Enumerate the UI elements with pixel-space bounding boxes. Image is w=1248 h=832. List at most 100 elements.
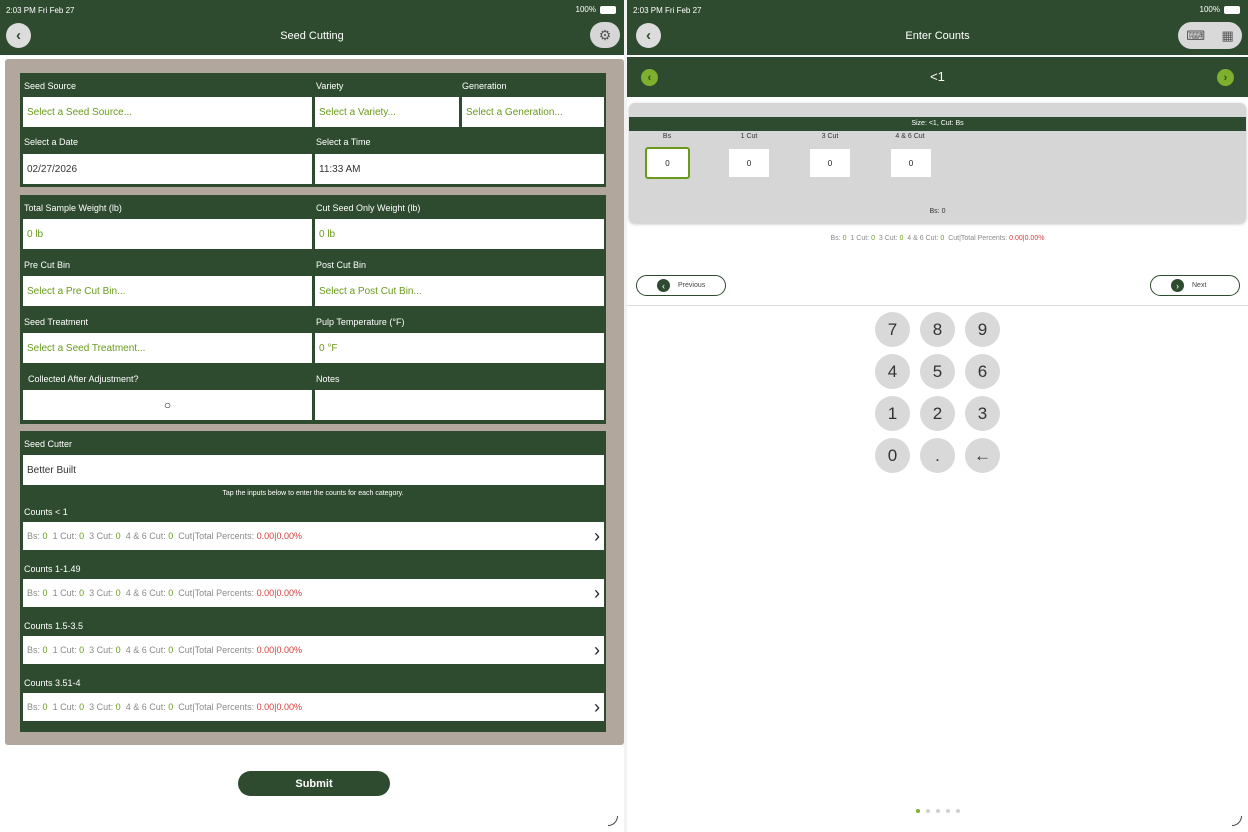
seed-source-select[interactable]: Select a Seed Source... xyxy=(23,97,312,127)
notes-input[interactable] xyxy=(315,390,604,420)
three-cut-value: 0 xyxy=(115,588,121,598)
key-4[interactable]: 4 xyxy=(875,354,910,389)
three-cut-label: 3 Cut: xyxy=(89,645,114,655)
one-cut-column-label: 1 Cut xyxy=(740,133,758,140)
seed-cutter-select[interactable]: Better Built xyxy=(23,455,604,485)
key-9[interactable]: 9 xyxy=(965,312,1000,347)
one-cut-count-input[interactable]: 0 xyxy=(729,149,769,177)
submit-button[interactable]: Submit xyxy=(238,771,390,796)
counts-under-1-label: Counts < 1 xyxy=(24,507,68,517)
cut-weight-input[interactable]: 0 lb xyxy=(315,219,604,249)
four-six-cut-value: 0 xyxy=(168,588,174,598)
post-cut-bin-select[interactable]: Select a Post Cut Bin... xyxy=(315,276,604,306)
counts-3.51-4-row[interactable]: Bs: 0 1 Cut: 0 3 Cut: 0 4 & 6 Cut: 0 Cut… xyxy=(23,693,604,721)
one-cut-value: 0 xyxy=(79,702,85,712)
four-six-cut-count-input[interactable]: 0 xyxy=(891,149,931,177)
previous-label: Previous xyxy=(678,282,706,289)
key-backspace-icon[interactable]: ← xyxy=(965,438,1000,473)
page-indicator[interactable] xyxy=(627,809,1248,813)
one-cut-label: 1 Cut: xyxy=(52,645,77,655)
bs-count-input[interactable]: 0 xyxy=(645,147,690,179)
bs-value: 0 xyxy=(842,235,847,242)
page-title: Seed Cutting xyxy=(280,30,344,42)
key-0[interactable]: 0 xyxy=(875,438,910,473)
variety-select[interactable]: Select a Variety... xyxy=(315,97,459,127)
left-nav-bar: 2:03 PM Fri Feb 27 100% ‹ Seed Cutting ⚙ xyxy=(0,0,624,55)
key-1[interactable]: 1 xyxy=(875,396,910,431)
input-mode-toggle: ⌨ ▦ xyxy=(1178,22,1242,49)
total-percents-value: 0.00|0.00% xyxy=(1009,235,1045,242)
page-dot xyxy=(935,809,940,813)
total-percents-value: 0.00|0.00% xyxy=(256,645,303,655)
bs-column-label: Bs xyxy=(662,133,672,140)
seed-cutter-label: Seed Cutter xyxy=(24,439,73,449)
arrow-right-icon[interactable]: › xyxy=(1217,69,1234,86)
counts-1.5-3.5-row[interactable]: Bs: 0 1 Cut: 0 3 Cut: 0 4 & 6 Cut: 0 Cut… xyxy=(23,636,604,664)
status-time: 2:03 PM Fri Feb 27 xyxy=(633,6,702,15)
key-8[interactable]: 8 xyxy=(920,312,955,347)
key-7[interactable]: 7 xyxy=(875,312,910,347)
one-cut-value: 0 xyxy=(79,531,85,541)
seed-cutting-pane: 2:03 PM Fri Feb 27 100% ‹ Seed Cutting ⚙… xyxy=(0,0,624,832)
counts-3.51-4-label: Counts 3.51-4 xyxy=(24,678,81,688)
seed-treatment-label: Seed Treatment xyxy=(24,317,89,327)
date-field[interactable]: 02/27/2026 xyxy=(23,154,312,184)
time-label: Select a Time xyxy=(316,137,371,147)
one-cut-value: 0 xyxy=(79,645,85,655)
one-cut-value: 0 xyxy=(871,235,875,242)
chevron-right-icon: › xyxy=(594,526,600,546)
arrow-right-icon: › xyxy=(1171,279,1184,292)
total-percents-value: 0.00|0.00% xyxy=(256,702,303,712)
key-6[interactable]: 6 xyxy=(965,354,1000,389)
status-time: 2:03 PM Fri Feb 27 xyxy=(6,6,75,15)
next-label: Next xyxy=(1192,282,1207,289)
key-decimal[interactable]: . xyxy=(920,438,955,473)
seed-source-label: Seed Source xyxy=(24,81,77,91)
counts-1-1.49-label: Counts 1-1.49 xyxy=(24,564,81,574)
right-nav-bar: 2:03 PM Fri Feb 27 100% ‹ Enter Counts ⌨… xyxy=(627,0,1248,55)
key-2[interactable]: 2 xyxy=(920,396,955,431)
four-six-cut-value: 0 xyxy=(168,702,174,712)
settings-gear-icon[interactable]: ⚙ xyxy=(590,22,620,48)
seed-treatment-select[interactable]: Select a Seed Treatment... xyxy=(23,333,312,363)
total-percents-label: Cut|Total Percents: xyxy=(948,235,1008,242)
keyboard-icon[interactable]: ⌨ xyxy=(1186,28,1205,44)
total-percents-value: 0.00|0.00% xyxy=(256,588,303,598)
one-cut-value: 0 xyxy=(79,588,85,598)
chevron-right-icon: › xyxy=(594,640,600,660)
four-six-cut-label: 4 & 6 Cut: xyxy=(907,235,939,242)
bs-label: Bs: xyxy=(27,645,41,655)
collected-after-adjustment-radio[interactable]: ○ xyxy=(23,390,312,420)
divider-line xyxy=(627,305,1248,306)
three-cut-count-input[interactable]: 0 xyxy=(810,149,850,177)
counts-1-1.49-row[interactable]: Bs: 0 1 Cut: 0 3 Cut: 0 4 & 6 Cut: 0 Cut… xyxy=(23,579,604,607)
generation-select[interactable]: Select a Generation... xyxy=(462,97,604,127)
time-field[interactable]: 11:33 AM xyxy=(315,154,604,184)
next-button[interactable]: › Next xyxy=(1150,275,1240,296)
arrow-left-icon: ‹ xyxy=(657,279,670,292)
battery-icon xyxy=(600,5,616,14)
bs-label: Bs: xyxy=(830,235,841,242)
bs-label: Bs: xyxy=(27,531,41,541)
resize-corner-icon xyxy=(1232,816,1242,826)
three-cut-value: 0 xyxy=(115,702,121,712)
previous-button[interactable]: ‹ Previous xyxy=(636,275,726,296)
total-weight-input[interactable]: 0 lb xyxy=(23,219,312,249)
pulp-temperature-input[interactable]: 0 °F xyxy=(315,333,604,363)
bs-value: 0 xyxy=(42,531,48,541)
bs-total: Bs: 0 xyxy=(929,208,946,215)
pre-cut-bin-label: Pre Cut Bin xyxy=(24,260,71,270)
pulp-temperature-label: Pulp Temperature (°F) xyxy=(316,317,405,327)
cut-weight-label: Cut Seed Only Weight (lb) xyxy=(316,203,421,213)
bs-value: 0 xyxy=(42,588,48,598)
key-5[interactable]: 5 xyxy=(920,354,955,389)
calculator-icon[interactable]: ▦ xyxy=(1221,28,1233,44)
counts-under-1-row[interactable]: Bs: 0 1 Cut: 0 3 Cut: 0 4 & 6 Cut: 0 Cut… xyxy=(23,522,604,550)
pre-cut-bin-select[interactable]: Select a Pre Cut Bin... xyxy=(23,276,312,306)
four-six-cut-value: 0 xyxy=(168,531,174,541)
four-six-cut-label: 4 & 6 Cut: xyxy=(125,702,166,712)
resize-corner-icon xyxy=(608,816,618,826)
one-cut-label: 1 Cut: xyxy=(52,588,77,598)
page-title: Enter Counts xyxy=(905,30,970,42)
key-3[interactable]: 3 xyxy=(965,396,1000,431)
